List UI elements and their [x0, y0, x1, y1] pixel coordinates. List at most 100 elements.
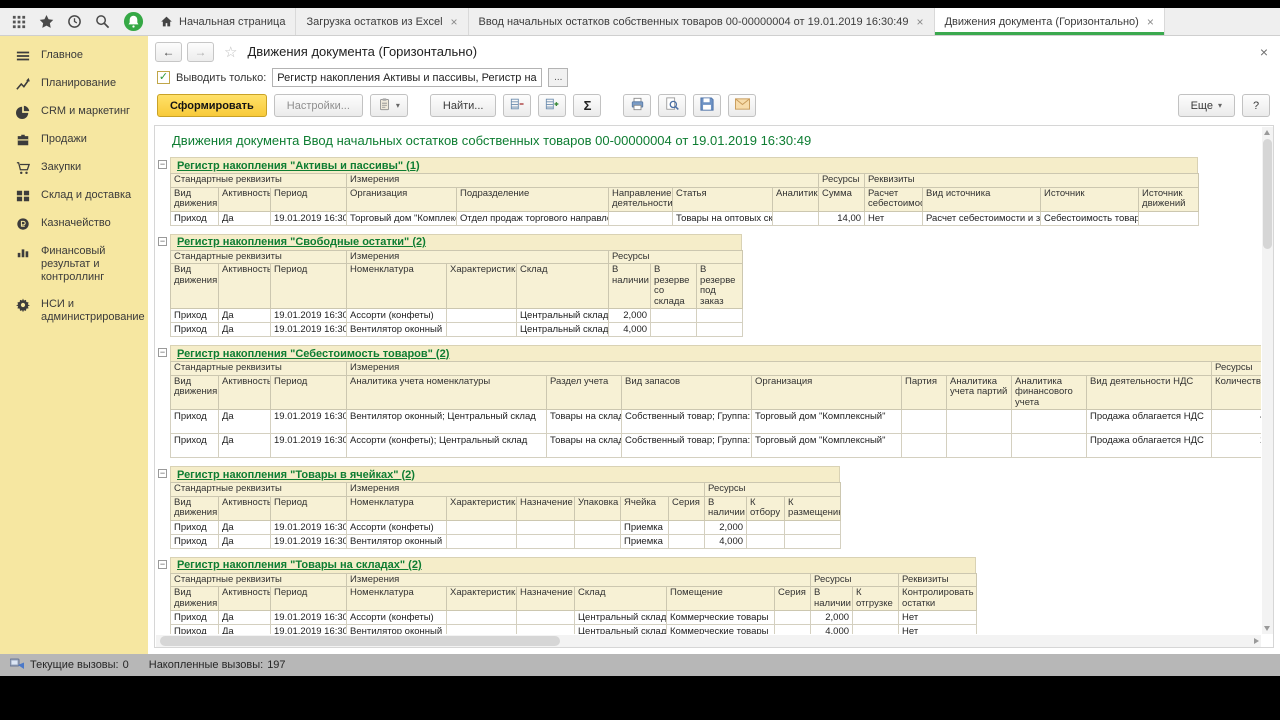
data-cell[interactable]: [772, 210, 820, 226]
data-cell[interactable]: Торговый дом "Комплексный": [346, 210, 458, 226]
data-cell[interactable]: [746, 519, 786, 535]
tab-close-icon[interactable]: ×: [1147, 15, 1154, 29]
data-cell[interactable]: Продажа облагается НДС: [1086, 409, 1213, 434]
collapse-section-button[interactable]: −: [158, 348, 167, 357]
data-cell[interactable]: 19.01.2019 16:30:49: [269, 308, 348, 323]
data-cell[interactable]: [852, 610, 900, 625]
data-cell[interactable]: [696, 308, 744, 323]
data-cell[interactable]: Приход: [170, 533, 219, 549]
data-cell[interactable]: Коммерческие товары: [666, 610, 776, 625]
search-icon[interactable]: [95, 14, 110, 29]
data-cell[interactable]: 2,000: [810, 610, 854, 625]
data-cell[interactable]: Центральный склад: [516, 322, 610, 337]
data-cell[interactable]: Нет: [864, 210, 924, 226]
data-cell[interactable]: Нет: [898, 624, 978, 634]
data-cell[interactable]: Приход: [170, 433, 219, 458]
data-cell[interactable]: 4,000: [608, 322, 652, 337]
history-icon[interactable]: [67, 14, 82, 29]
data-cell[interactable]: [668, 519, 706, 535]
sidebar-item-1[interactable]: Планирование: [0, 70, 148, 98]
data-cell[interactable]: Вентилятор оконный; Центральный склад: [346, 409, 548, 434]
data-cell[interactable]: [574, 519, 622, 535]
data-cell[interactable]: Ассорти (конфеты): [346, 519, 448, 535]
sidebar-item-0[interactable]: Главное: [0, 42, 148, 70]
data-cell[interactable]: [696, 322, 744, 337]
data-cell[interactable]: [446, 322, 518, 337]
data-cell[interactable]: Да: [218, 533, 271, 549]
data-cell[interactable]: Центральный склад: [574, 610, 668, 625]
data-cell[interactable]: Да: [218, 409, 271, 434]
favorite-star-icon[interactable]: ☆: [224, 43, 237, 61]
tab-2[interactable]: Ввод начальных остатков собственных това…: [468, 8, 935, 35]
vertical-scrollbar[interactable]: [1262, 127, 1273, 634]
data-cell[interactable]: Да: [218, 624, 271, 634]
data-cell[interactable]: Товары на складах: [546, 433, 623, 458]
tab-3[interactable]: Движения документа (Горизонтально) ×: [934, 8, 1165, 35]
sidebar-item-7[interactable]: Финансовый результат и контроллинг: [0, 238, 148, 291]
data-cell[interactable]: [650, 308, 698, 323]
data-cell[interactable]: 19.01.2019 16:30:49: [269, 322, 348, 337]
collapse-section-button[interactable]: −: [158, 559, 167, 569]
data-cell[interactable]: [446, 308, 518, 323]
data-cell[interactable]: Ассорти (конфеты): [346, 308, 448, 323]
data-cell[interactable]: Коммерческие товары: [666, 624, 776, 634]
data-cell[interactable]: Торговый дом "Комплексный": [751, 433, 903, 458]
find-button[interactable]: Найти...: [429, 94, 497, 117]
data-cell[interactable]: [446, 519, 518, 535]
data-cell[interactable]: Центральный склад: [574, 624, 668, 634]
help-button[interactable]: ?: [1242, 94, 1270, 117]
data-cell[interactable]: Расчет себестоимости и затрат: [922, 210, 1042, 226]
print-button[interactable]: [623, 94, 652, 117]
tab-close-icon[interactable]: ×: [917, 15, 924, 29]
scroll-up-arrow-icon[interactable]: [1264, 130, 1270, 135]
data-cell[interactable]: Приход: [170, 624, 219, 634]
data-cell[interactable]: Вентилятор оконный: [346, 322, 448, 337]
data-cell[interactable]: Вентилятор оконный: [346, 624, 448, 634]
data-cell[interactable]: 19.01.2019 16:30:49: [269, 210, 348, 226]
data-cell[interactable]: [516, 533, 576, 549]
data-cell[interactable]: 19.01.2019 16:30:49: [269, 533, 348, 549]
data-cell[interactable]: 19.01.2019 16:30:49: [269, 409, 348, 434]
data-cell[interactable]: Товары на складах: [546, 409, 623, 434]
data-cell[interactable]: [774, 610, 812, 625]
data-cell[interactable]: [774, 624, 812, 634]
data-cell[interactable]: Приемка: [620, 519, 670, 535]
data-cell[interactable]: [516, 519, 576, 535]
show-only-checkbox[interactable]: ✓: [157, 71, 170, 84]
data-cell[interactable]: [901, 409, 948, 434]
save-button[interactable]: [693, 94, 722, 117]
data-cell[interactable]: Да: [218, 308, 271, 323]
data-cell[interactable]: 19.01.2019 16:30:49: [269, 433, 348, 458]
vertical-scroll-thumb[interactable]: [1263, 139, 1272, 249]
data-cell[interactable]: 4,000: [704, 533, 748, 549]
data-cell[interactable]: Да: [218, 519, 271, 535]
filter-input[interactable]: [272, 68, 543, 87]
preview-button[interactable]: [658, 94, 687, 117]
data-cell[interactable]: Нет: [898, 610, 978, 625]
sidebar-item-5[interactable]: Склад и доставка: [0, 182, 148, 210]
sidebar-item-8[interactable]: НСИ и администрирование: [0, 291, 148, 331]
forward-button[interactable]: →: [187, 41, 214, 62]
data-cell[interactable]: [852, 624, 900, 634]
data-cell[interactable]: Да: [218, 433, 271, 458]
data-cell[interactable]: [901, 433, 948, 458]
settings-button[interactable]: Настройки...: [273, 94, 363, 117]
data-cell[interactable]: 2,: [1211, 433, 1261, 458]
sidebar-item-4[interactable]: Закупки: [0, 154, 148, 182]
favorites-star-icon[interactable]: [39, 14, 54, 29]
data-cell[interactable]: Приход: [170, 308, 219, 323]
collapse-section-button[interactable]: −: [158, 160, 167, 169]
data-cell[interactable]: [668, 533, 706, 549]
data-cell[interactable]: [1011, 433, 1088, 458]
data-cell[interactable]: 2,000: [608, 308, 652, 323]
data-cell[interactable]: 19.01.2019 16:30:49: [269, 519, 348, 535]
sidebar-item-2[interactable]: CRM и маркетинг: [0, 98, 148, 126]
collapse-section-button[interactable]: −: [158, 236, 167, 246]
data-cell[interactable]: [784, 533, 842, 549]
data-cell[interactable]: Продажа облагается НДС: [1086, 433, 1213, 458]
data-cell[interactable]: Приход: [170, 610, 219, 625]
data-cell[interactable]: [746, 533, 786, 549]
sidebar-item-6[interactable]: Казначейство: [0, 210, 148, 238]
data-cell[interactable]: [446, 533, 518, 549]
data-cell[interactable]: [1011, 409, 1088, 434]
